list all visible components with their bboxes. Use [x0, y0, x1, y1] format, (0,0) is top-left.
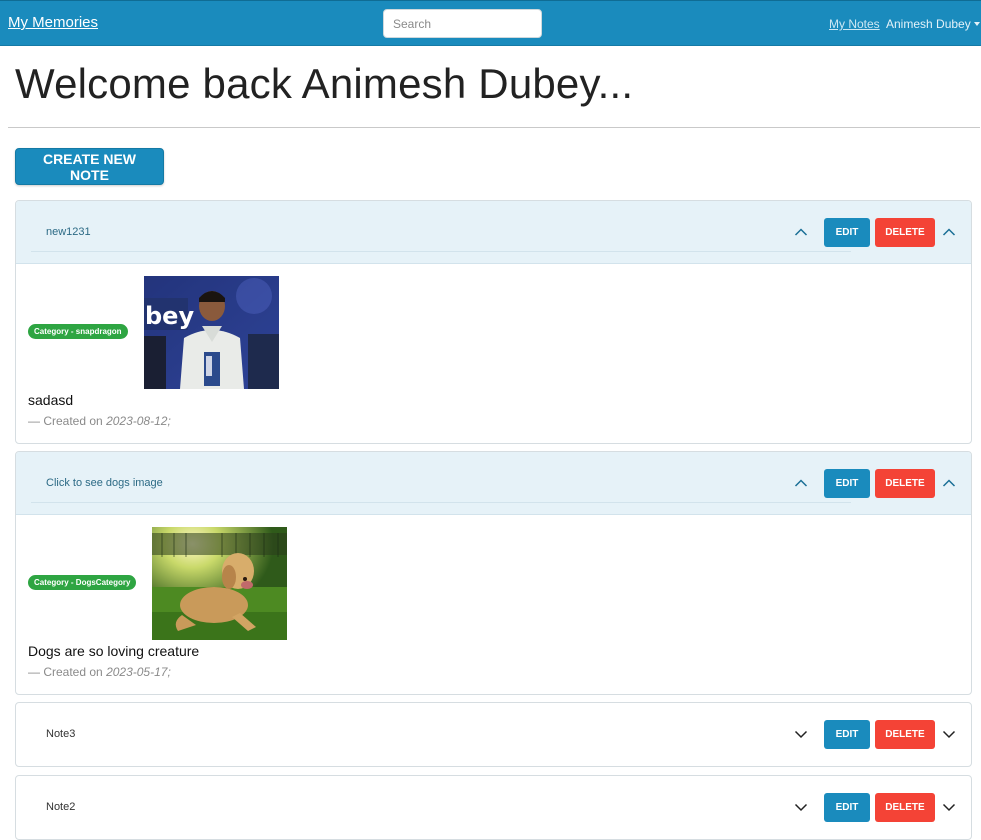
note-image: bey — [144, 276, 279, 389]
note-card-header[interactable]: Note2 EDIT DELETE — [16, 776, 971, 839]
note-created: — Created on 2023-08-12; — [28, 414, 171, 428]
create-note-button[interactable]: CREATE NEW NOTE — [15, 148, 164, 185]
note-body: Category - DogsCategory Dogs are so lovi… — [16, 515, 971, 694]
edit-button[interactable]: EDIT — [824, 720, 870, 749]
divider — [8, 127, 980, 128]
created-prefix: — Created on — [28, 665, 103, 679]
header-divider — [31, 502, 851, 503]
chevron-up-icon[interactable] — [942, 476, 956, 490]
chevron-down-icon[interactable] — [794, 800, 808, 814]
note-title[interactable]: new1231 — [46, 226, 91, 238]
page-title: Welcome back Animesh Dubey... — [15, 60, 634, 107]
top-navbar: My Memories My Notes Animesh Dubey — [0, 0, 981, 46]
note-content: Dogs are so loving creature — [28, 643, 200, 659]
my-notes-link[interactable]: My Notes — [829, 17, 880, 31]
note-content: sadasd — [28, 392, 74, 408]
note-body: Category - snapdragon bey sadasd — Creat… — [16, 264, 971, 443]
note-title[interactable]: Note3 — [46, 728, 75, 740]
note-card: Click to see dogs image EDIT DELETE Cate… — [15, 451, 972, 695]
created-date: 2023-05-17; — [106, 665, 171, 679]
created-date: 2023-08-12; — [106, 414, 171, 428]
delete-button[interactable]: DELETE — [875, 218, 935, 247]
note-card: Note2 EDIT DELETE — [15, 775, 972, 840]
note-card: Note3 EDIT DELETE — [15, 702, 972, 767]
note-title[interactable]: Note2 — [46, 801, 75, 813]
search-input[interactable] — [383, 9, 542, 38]
caret-down-icon — [973, 22, 980, 26]
delete-button[interactable]: DELETE — [875, 720, 935, 749]
note-title[interactable]: Click to see dogs image — [46, 477, 163, 489]
note-image — [152, 527, 287, 640]
created-prefix: — Created on — [28, 414, 103, 428]
note-card-header[interactable]: Note3 EDIT DELETE — [16, 703, 971, 766]
chevron-up-icon[interactable] — [794, 476, 808, 490]
chevron-up-icon[interactable] — [794, 225, 808, 239]
delete-button[interactable]: DELETE — [875, 469, 935, 498]
user-dropdown[interactable]: Animesh Dubey — [886, 17, 980, 31]
delete-button[interactable]: DELETE — [875, 793, 935, 822]
category-badge: Category - snapdragon — [28, 324, 128, 339]
edit-button[interactable]: EDIT — [824, 793, 870, 822]
header-divider — [31, 251, 851, 252]
note-created: — Created on 2023-05-17; — [28, 665, 171, 679]
note-card-header[interactable]: new1231 EDIT DELETE — [16, 201, 971, 264]
edit-button[interactable]: EDIT — [824, 218, 870, 247]
note-card-header[interactable]: Click to see dogs image EDIT DELETE — [16, 452, 971, 515]
chevron-down-icon[interactable] — [794, 727, 808, 741]
edit-button[interactable]: EDIT — [824, 469, 870, 498]
svg-text:bey: bey — [145, 302, 194, 330]
category-badge: Category - DogsCategory — [28, 575, 137, 590]
user-name: Animesh Dubey — [886, 17, 971, 31]
chevron-down-icon[interactable] — [942, 800, 956, 814]
chevron-up-icon[interactable] — [942, 225, 956, 239]
brand-link[interactable]: My Memories — [8, 14, 98, 31]
note-card: new1231 EDIT DELETE Category - snapdrago… — [15, 200, 972, 444]
chevron-down-icon[interactable] — [942, 727, 956, 741]
